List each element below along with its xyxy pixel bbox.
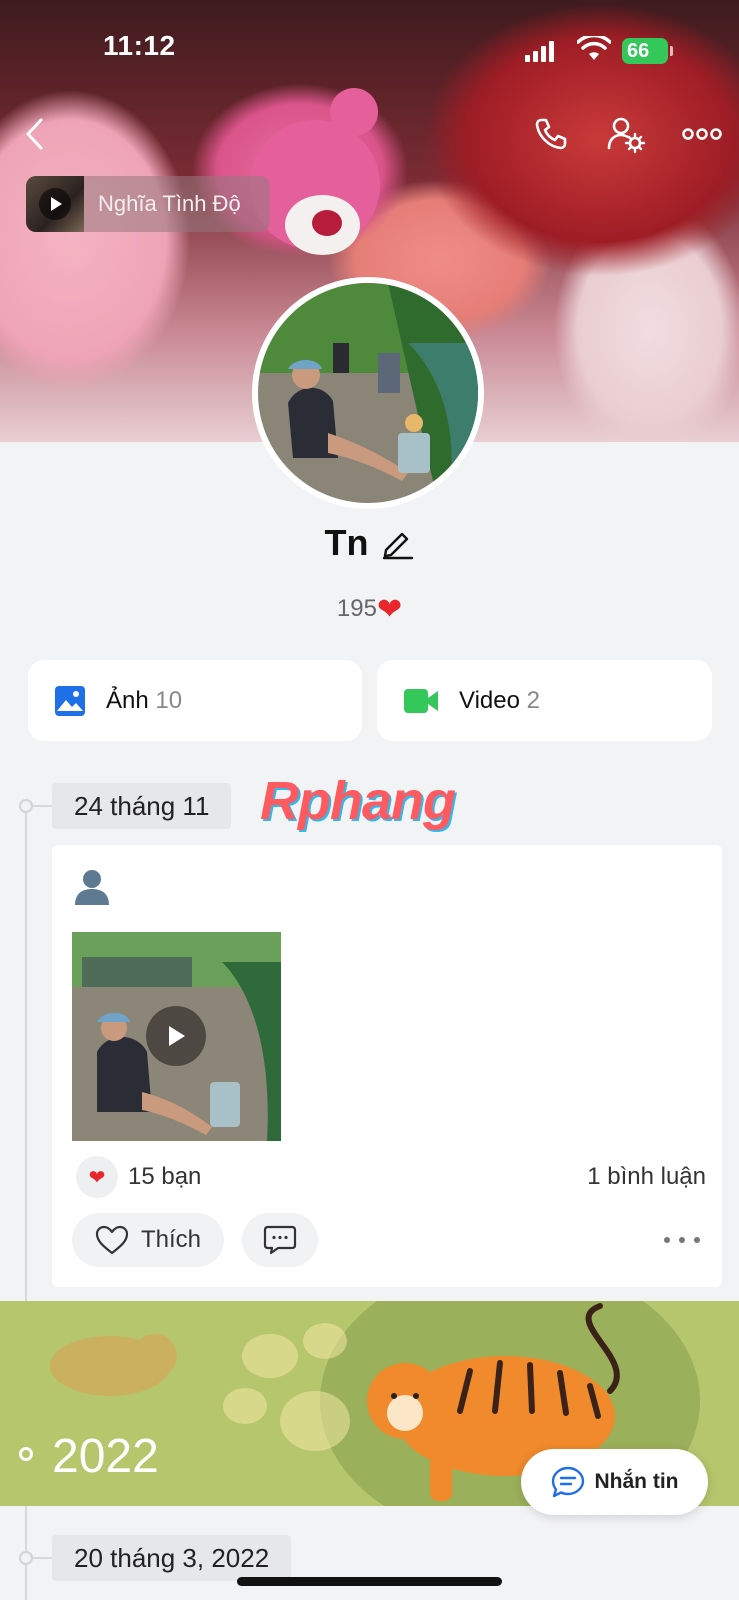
user-avatar-icon[interactable] <box>72 867 112 907</box>
phone-icon <box>535 118 567 150</box>
videos-button[interactable]: Video 2 <box>377 660 712 741</box>
message-label: Nhắn tin <box>594 1470 679 1493</box>
likes-count: 195 <box>336 595 377 622</box>
videos-count: 2 <box>526 686 540 714</box>
cover-decoration <box>312 210 342 236</box>
timeline-date: 24 tháng 11 <box>52 783 232 829</box>
profile-settings-button[interactable] <box>604 112 648 156</box>
comment-button[interactable] <box>242 1213 318 1267</box>
like-button[interactable]: Thích <box>72 1213 224 1267</box>
videos-label: Video <box>459 686 520 714</box>
signal-icon <box>525 40 555 62</box>
music-title: Nghĩa Tình Độ <box>98 191 241 216</box>
profile-name-row: Tn <box>0 522 739 564</box>
call-button[interactable] <box>529 112 573 156</box>
profile-music-player[interactable]: Nghĩa Tình Độ <box>26 176 270 232</box>
comment-count[interactable]: 1 bình luận <box>587 1163 706 1191</box>
timeline-year-dot <box>19 1447 33 1461</box>
video-camera-icon <box>404 688 438 713</box>
profile-name: Tn <box>324 522 369 563</box>
heart-icon: ❤ <box>376 593 403 626</box>
more-options-button[interactable] <box>680 112 724 156</box>
post-video-thumbnail[interactable] <box>72 932 281 1141</box>
comment-icon <box>263 1225 297 1255</box>
play-icon <box>169 1026 185 1046</box>
timeline-tick <box>33 1557 52 1559</box>
back-button[interactable] <box>12 112 56 156</box>
chat-bubble-icon <box>551 1466 584 1498</box>
post-reactions-row: ❤ 15 bạn 1 bình luận <box>76 1155 706 1199</box>
user-gear-icon <box>607 117 646 154</box>
photos-count: 10 <box>155 686 183 714</box>
battery-indicator: 66 <box>622 38 673 64</box>
like-label: Thích <box>140 1226 202 1253</box>
chevron-left-icon <box>26 118 43 150</box>
wifi-icon <box>577 36 611 60</box>
post-more-options[interactable] <box>664 1225 700 1255</box>
year-label: 2022 <box>52 1430 159 1483</box>
avatar-image <box>258 283 478 503</box>
play-button[interactable] <box>146 1006 206 1066</box>
heart-outline-icon <box>95 1225 129 1255</box>
profile-likes[interactable]: 195❤ <box>0 592 739 627</box>
timeline-dot <box>19 1551 33 1565</box>
timeline-date: 20 tháng 3, 2022 <box>52 1535 292 1581</box>
timeline-post: ❤ 15 bạn 1 bình luận Thích <box>52 845 722 1287</box>
reaction-count[interactable]: 15 bạn <box>128 1163 201 1191</box>
watermark-logo: Rphang <box>260 771 456 831</box>
edit-name-icon[interactable] <box>380 526 414 560</box>
more-dots-icon <box>682 128 722 140</box>
timeline-dot <box>19 799 33 813</box>
profile-page: 11:12 66 Nghĩa Tình Độ Tn 195❤ Ảnh 10 Vi… <box>0 0 739 1600</box>
photos-button[interactable]: Ảnh 10 <box>28 660 362 741</box>
photos-label: Ảnh <box>106 686 149 714</box>
message-button[interactable]: Nhắn tin <box>521 1449 708 1515</box>
profile-avatar[interactable] <box>252 277 484 509</box>
status-time: 11:12 <box>103 30 176 61</box>
play-icon <box>39 188 71 220</box>
music-cover <box>26 176 84 232</box>
home-indicator[interactable] <box>237 1577 502 1586</box>
timeline-tick <box>33 805 52 807</box>
reaction-heart-icon: ❤ <box>76 1156 118 1198</box>
photo-icon <box>55 685 85 716</box>
